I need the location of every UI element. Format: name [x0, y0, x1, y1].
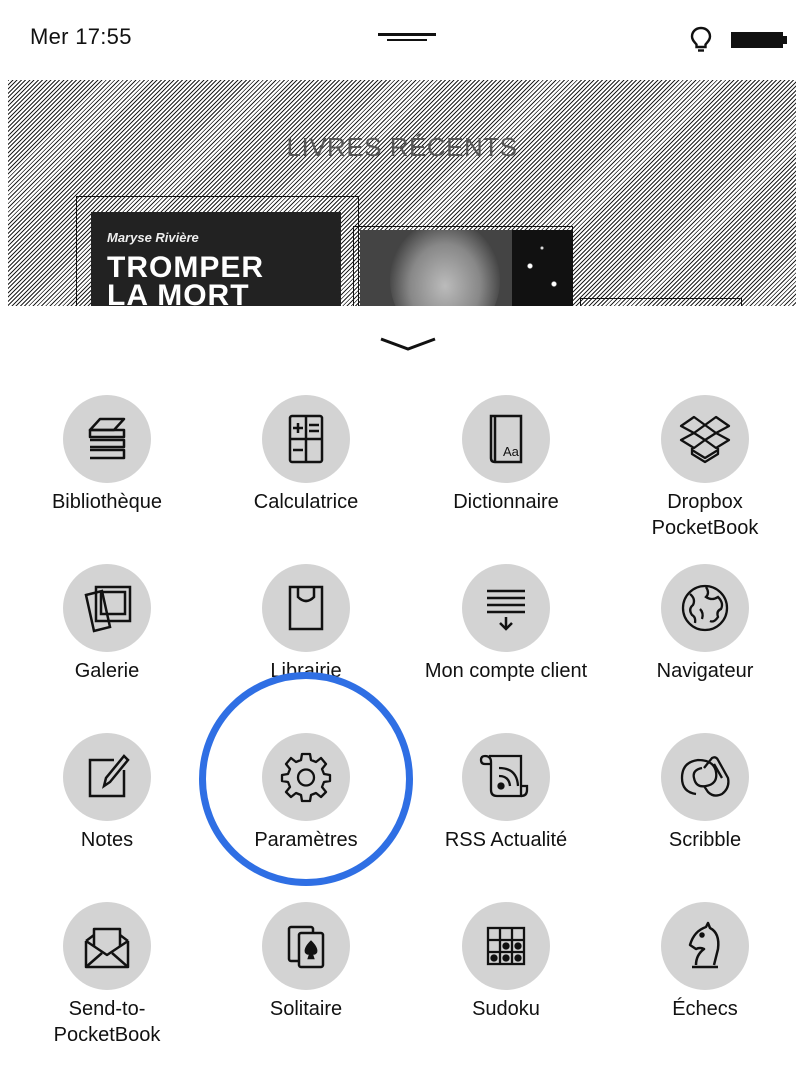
app-label: Galerie: [74, 660, 140, 682]
app-mon-compte-client[interactable]: Mon compte client: [406, 564, 606, 684]
chess-knight-icon: [688, 921, 720, 969]
app-rss-actualite[interactable]: RSS Actualité: [406, 733, 606, 853]
app-label: Calculatrice: [253, 491, 359, 513]
gear-icon: [280, 752, 332, 803]
app-label: Dictionnaire: [453, 491, 559, 513]
app-label: Notes: [80, 829, 134, 851]
app-label: Send-to- PocketBook: [53, 998, 161, 1046]
library-icon: [88, 417, 126, 460]
bulb-icon[interactable]: [690, 26, 712, 54]
app-navigateur[interactable]: Navigateur: [605, 564, 804, 684]
sudoku-icon: [486, 926, 526, 966]
app-label: Sudoku: [472, 998, 540, 1020]
app-label: Navigateur: [656, 660, 754, 682]
gallery-icon: [84, 585, 132, 633]
app-dictionnaire[interactable]: Aa Dictionnaire: [406, 395, 606, 515]
app-label: Bibliothèque: [51, 491, 163, 513]
app-label: Mon compte client: [424, 660, 588, 682]
recent-books-panel[interactable]: LIVRES RÉCENTS Maryse Rivière TROMPER LA…: [8, 80, 796, 306]
app-bibliotheque[interactable]: Bibliothèque: [7, 395, 207, 515]
app-label: RSS Actualité: [444, 829, 568, 851]
app-label: Dropbox PocketBook: [651, 491, 759, 539]
dictionary-icon: Aa: [489, 414, 523, 464]
dropbox-icon: [679, 415, 731, 464]
chevron-down-icon[interactable]: [379, 336, 437, 352]
calculator-icon: [288, 414, 324, 464]
notes-icon: [88, 754, 130, 798]
app-label: Paramètres: [254, 829, 358, 851]
svg-text:Aa: Aa: [503, 444, 520, 459]
rss-icon: [479, 754, 529, 798]
app-send-to-pocketbook[interactable]: Send-to- PocketBook: [7, 902, 207, 1048]
app-dropbox[interactable]: Dropbox PocketBook: [605, 395, 804, 541]
scribble-icon: [680, 756, 730, 797]
cards-icon: [287, 925, 325, 969]
globe-icon: [681, 584, 729, 632]
grabber-icon[interactable]: [378, 33, 436, 42]
recent-book-cover[interactable]: Maryse Rivière TROMPER LA MORT: [91, 212, 341, 306]
app-label: Scribble: [668, 829, 742, 851]
status-time: Mer 17:55: [30, 24, 132, 49]
book-author: Maryse Rivière: [107, 230, 199, 245]
recent-book-cover[interactable]: [580, 298, 742, 306]
app-scribble[interactable]: Scribble: [605, 733, 804, 853]
book-title: TROMPER LA MORT: [107, 251, 264, 307]
app-label: Solitaire: [269, 998, 343, 1020]
status-bar: Mer 17:55: [0, 0, 804, 78]
app-echecs[interactable]: Échecs: [605, 902, 804, 1022]
account-icon: [487, 589, 525, 631]
app-librairie[interactable]: Librairie: [206, 564, 406, 684]
app-solitaire[interactable]: Solitaire: [206, 902, 406, 1022]
envelope-icon: [84, 927, 130, 969]
app-label: Échecs: [672, 998, 738, 1020]
recent-book-cover[interactable]: [360, 230, 572, 306]
app-label: Librairie: [270, 660, 342, 682]
app-galerie[interactable]: Galerie: [7, 564, 207, 684]
recent-books-title: LIVRES RÉCENTS: [286, 132, 518, 162]
store-bag-icon: [288, 585, 324, 631]
app-notes[interactable]: Notes: [7, 733, 207, 853]
app-calculatrice[interactable]: Calculatrice: [206, 395, 406, 515]
battery-icon: [731, 32, 787, 48]
app-sudoku[interactable]: Sudoku: [406, 902, 606, 1022]
app-parametres[interactable]: Paramètres: [206, 733, 406, 853]
